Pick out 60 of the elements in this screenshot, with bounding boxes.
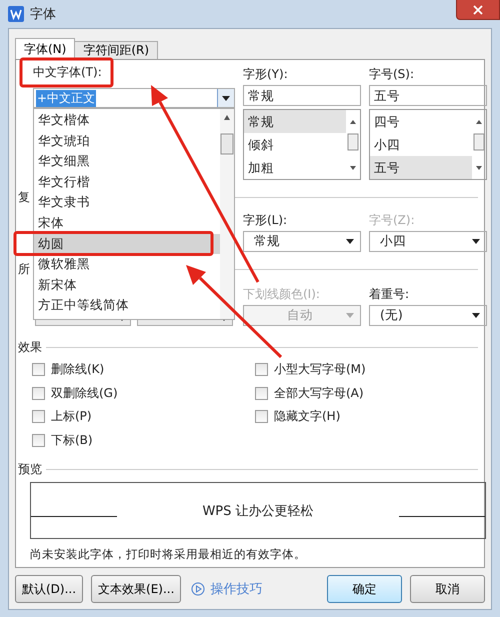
tab[interactable]: 字体(N)	[15, 38, 76, 59]
field-label: 着重号:	[369, 286, 410, 302]
checkbox[interactable]	[255, 363, 268, 376]
preview-text: WPS 让办公更轻松	[201, 502, 315, 520]
checkbox-label: 小型大写字母(M)	[274, 361, 366, 378]
checkbox-label: 全部大写字母(A)	[274, 384, 364, 402]
checkbox-label: 删除线(K)	[51, 361, 104, 378]
list-item[interactable]: 小四	[370, 133, 472, 156]
text-field[interactable]: 五号	[369, 85, 487, 106]
section-heading: 所	[18, 260, 30, 278]
dropdown-item[interactable]: 华文细黑	[34, 151, 220, 172]
field-label: 下划线颜色(I):	[243, 286, 321, 302]
section-heading: 预览	[18, 460, 42, 478]
font-note: 尚未安装此字体，打印时将采用最相近的有效字体。	[30, 547, 307, 562]
link[interactable]: 操作技巧	[210, 580, 262, 598]
list-item[interactable]: 五号	[370, 156, 472, 179]
field-label: 字形(Y):	[243, 66, 289, 82]
dropdown-item[interactable]: 华文隶书	[34, 192, 220, 213]
text-field[interactable]: 常规	[243, 85, 361, 106]
dropdown-item[interactable]: 微软雅黑	[34, 254, 220, 275]
dropdown-item[interactable]: 华文行楷	[34, 172, 220, 192]
scrollbar[interactable]	[220, 109, 234, 319]
cancel-button[interactable]: 取消	[410, 575, 485, 603]
dropdown-item[interactable]: 方正中等线简体	[34, 295, 220, 316]
ok-button[interactable]: 确定	[327, 575, 402, 603]
field-label: 中文字体(T):	[33, 64, 103, 80]
window-title: 字体	[30, 6, 56, 23]
list-item[interactable]: 倾斜	[244, 133, 346, 156]
checkbox[interactable]	[32, 363, 45, 376]
checkbox-label: 双删除线(G)	[51, 384, 118, 402]
checkbox-label: 上标(P)	[51, 408, 92, 426]
close-button[interactable]	[456, 0, 500, 20]
field-label: 字号(S):	[369, 66, 416, 82]
app-icon	[8, 6, 24, 22]
checkbox-label: 隐藏文字(H)	[274, 408, 340, 426]
dropdown-item[interactable]: 华文琥珀	[34, 130, 220, 152]
scroll-thumb[interactable]	[220, 133, 234, 155]
checkbox[interactable]	[32, 386, 45, 400]
tab[interactable]: 字符间距(R)	[74, 41, 158, 59]
checkbox[interactable]	[32, 434, 45, 447]
play-icon	[191, 582, 206, 596]
checkbox[interactable]	[32, 410, 45, 424]
dropdown-item[interactable]: 宋体	[34, 212, 220, 234]
list-item[interactable]: 常规	[244, 110, 346, 133]
section-heading: 效果	[18, 338, 42, 356]
checkbox-label: 下标(B)	[51, 432, 93, 449]
dropdown[interactable]: 常规	[243, 231, 361, 252]
dropdown[interactable]: (无)	[369, 305, 487, 326]
checkbox[interactable]	[255, 386, 268, 400]
section-heading: 复	[18, 188, 30, 206]
list-item[interactable]: 加粗	[244, 156, 346, 179]
field-label: 字号(Z):	[369, 212, 416, 228]
close-icon	[473, 4, 483, 14]
dialog-button[interactable]: 默认(D)...	[15, 575, 84, 603]
dropdown-item[interactable]: 华文楷体	[34, 110, 220, 131]
list-item[interactable]: 四号	[370, 110, 472, 133]
dialog-button[interactable]: 文本效果(E)...	[91, 575, 182, 603]
field-label: 字形(L):	[243, 212, 288, 228]
checkbox[interactable]	[255, 410, 268, 424]
dropdown-item[interactable]: 新宋体	[34, 274, 220, 296]
